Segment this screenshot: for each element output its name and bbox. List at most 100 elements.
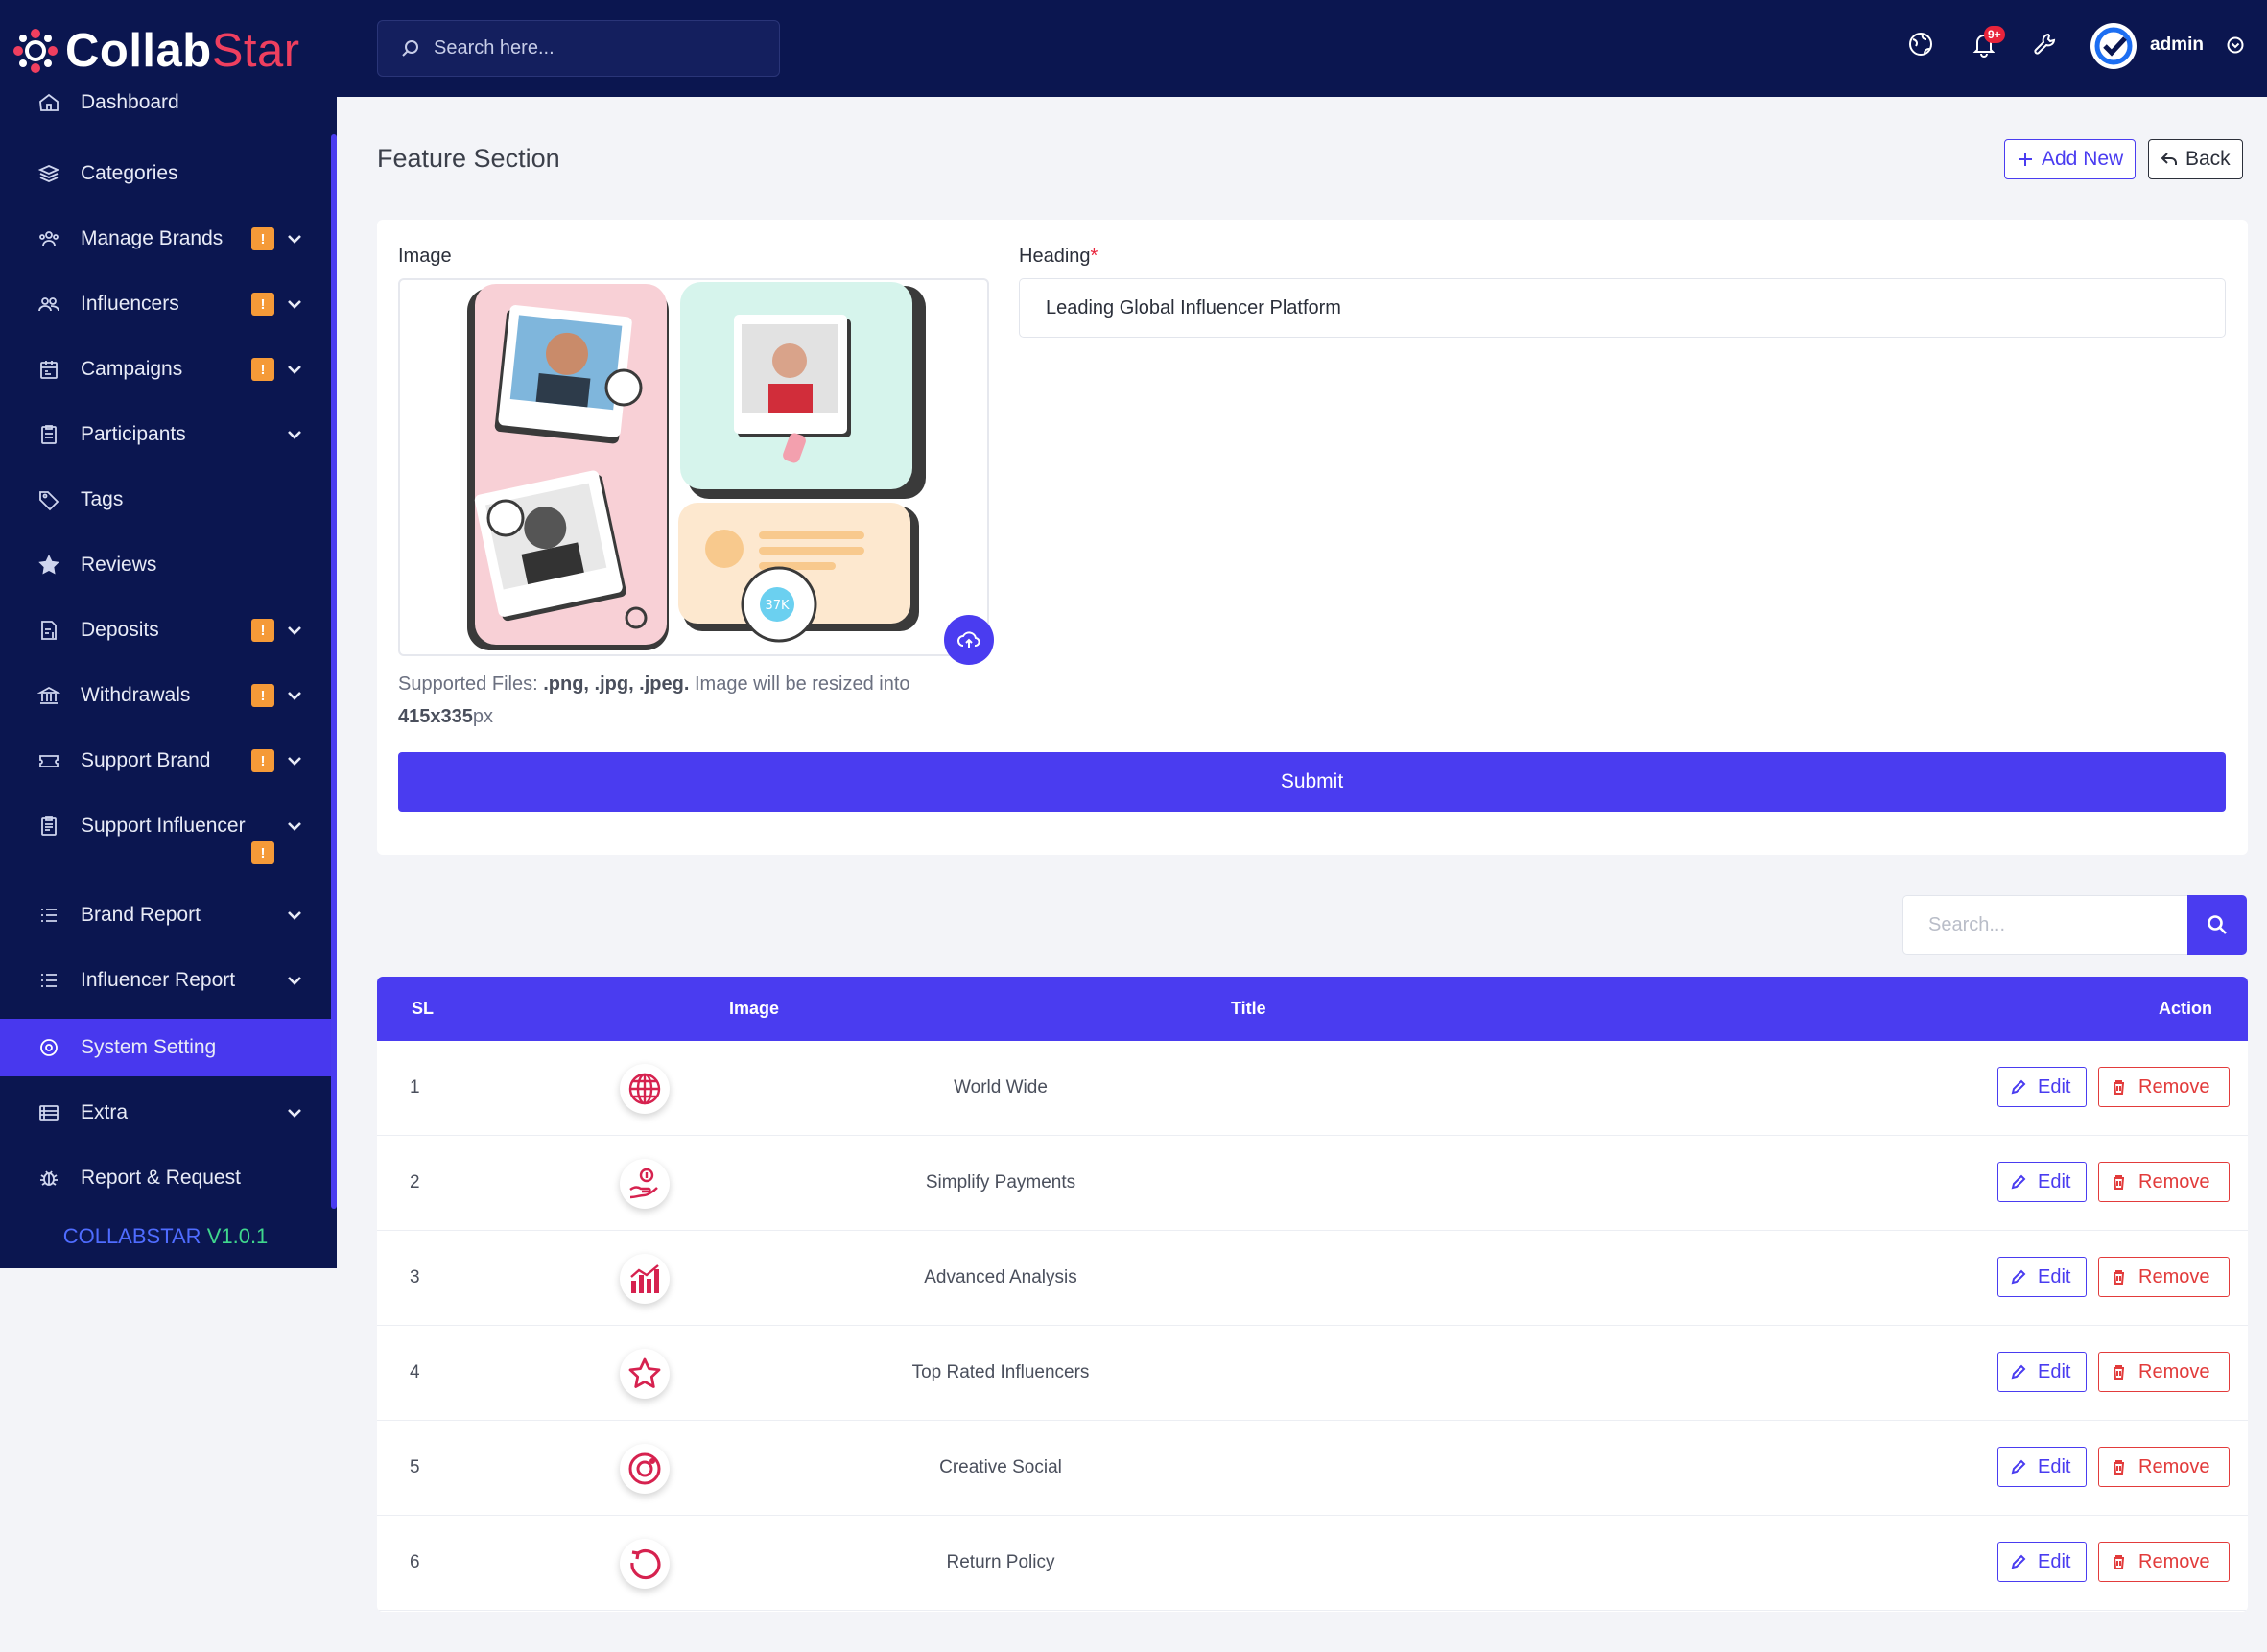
pencil-icon	[2011, 1554, 2026, 1569]
table-header: SL Image Title Action	[377, 977, 2248, 1041]
sidebar-item-dashboard[interactable]: Dashboard	[0, 83, 331, 122]
list-icon	[36, 968, 61, 993]
remove-button[interactable]: Remove	[2098, 1352, 2230, 1392]
sidebar-item-participants[interactable]: Participants	[0, 406, 331, 463]
submit-button[interactable]: Submit	[398, 752, 2226, 812]
trash-icon	[2114, 1364, 2124, 1380]
brand-logo[interactable]: CollabStar	[12, 21, 300, 81]
sidebar-item-influencer-report[interactable]: Influencer Report	[0, 952, 331, 1009]
row-title: Creative Social	[939, 1457, 1062, 1477]
sidebar-scrollbar[interactable]	[331, 134, 337, 1209]
sidebar-item-support-influencer[interactable]: Support Influencer	[0, 797, 331, 855]
remove-button[interactable]: Remove	[2098, 1067, 2230, 1107]
user-name[interactable]: admin	[2150, 35, 2204, 56]
sidebar-item-system-setting[interactable]: System Setting	[0, 1019, 331, 1076]
collabstar-logo-icon	[12, 27, 59, 75]
row-sl: 2	[410, 1172, 420, 1192]
chevron-down-icon[interactable]	[286, 752, 303, 769]
edit-button[interactable]: Edit	[1997, 1162, 2087, 1202]
chevron-down-icon[interactable]	[286, 972, 303, 989]
ticket-icon	[36, 748, 61, 773]
sidebar-item-reviews[interactable]: Reviews	[0, 536, 331, 594]
column-header-image: Image	[729, 999, 780, 1018]
remove-button[interactable]: Remove	[2098, 1447, 2230, 1487]
bell-icon[interactable]: 9+	[1969, 26, 2005, 59]
sidebar-item-withdrawals[interactable]: Withdrawals !	[0, 667, 331, 724]
sidebar-item-brand-report[interactable]: Brand Report	[0, 886, 331, 944]
chevron-down-icon[interactable]	[286, 361, 303, 378]
table-search-input[interactable]	[1902, 895, 2187, 955]
chevron-down-icon[interactable]	[286, 687, 303, 704]
star-icon	[36, 553, 61, 578]
table-row: 4 Top Rated Influencers Edit Remove	[377, 1326, 2248, 1421]
user-avatar[interactable]	[2090, 23, 2137, 69]
features-table: SL Image Title Action 1 World Wide Edit …	[377, 977, 2248, 1612]
table-search-button[interactable]	[2187, 895, 2247, 955]
search-icon	[402, 39, 418, 57]
tag-icon	[36, 487, 61, 512]
edit-button[interactable]: Edit	[1997, 1542, 2087, 1582]
trash-icon	[2114, 1174, 2124, 1190]
chevron-down-icon[interactable]	[2227, 36, 2244, 54]
table-row: 1 World Wide Edit Remove	[377, 1041, 2248, 1136]
clipboard-icon	[36, 422, 61, 447]
pencil-icon	[2011, 1174, 2026, 1189]
upload-image-button[interactable]	[944, 615, 994, 665]
sidebar-item-extra[interactable]: Extra	[0, 1084, 331, 1142]
sidebar-item-report-request[interactable]: Report & Request	[0, 1149, 331, 1207]
sidebar: CollabStar Dashboard Categories Manage B…	[0, 0, 337, 1268]
edit-button[interactable]: Edit	[1997, 1447, 2087, 1487]
refresh-icon	[620, 1539, 670, 1589]
back-button[interactable]: Back	[2148, 139, 2243, 179]
edit-button[interactable]: Edit	[1997, 1067, 2087, 1107]
globe-icon[interactable]	[1905, 29, 1936, 59]
chevron-down-icon[interactable]	[286, 817, 303, 835]
sidebar-item-deposits[interactable]: Deposits !	[0, 602, 331, 659]
bar-chart-icon	[620, 1254, 670, 1304]
table-row: 5 Creative Social Edit Remove	[377, 1421, 2248, 1516]
chevron-down-icon[interactable]	[286, 622, 303, 639]
users-icon	[36, 292, 61, 317]
add-new-button[interactable]: Add New	[2004, 139, 2137, 179]
remove-button[interactable]: Remove	[2098, 1257, 2230, 1297]
wrench-icon[interactable]	[2029, 29, 2060, 59]
brand-name: CollabStar	[65, 25, 300, 77]
sidebar-item-tags[interactable]: Tags	[0, 471, 331, 529]
remove-button[interactable]: Remove	[2098, 1162, 2230, 1202]
row-sl: 1	[410, 1077, 420, 1097]
list-icon	[36, 903, 61, 928]
global-search[interactable]	[377, 20, 780, 77]
trash-icon	[2114, 1079, 2124, 1095]
heading-input[interactable]	[1019, 278, 2226, 338]
chevron-down-icon[interactable]	[286, 230, 303, 248]
chevron-down-icon[interactable]	[286, 1104, 303, 1121]
sidebar-item-support-brand[interactable]: Support Brand !	[0, 732, 331, 790]
home-icon	[36, 90, 61, 115]
sidebar-item-categories[interactable]: Categories	[0, 145, 331, 202]
edit-button[interactable]: Edit	[1997, 1257, 2087, 1297]
pencil-icon	[2011, 1459, 2026, 1474]
alert-badge: !	[251, 293, 274, 316]
global-search-input[interactable]	[434, 37, 750, 59]
chevron-down-icon[interactable]	[286, 907, 303, 924]
instagram-icon	[620, 1444, 670, 1494]
hand-coin-icon	[620, 1159, 670, 1209]
page-title: Feature Section	[377, 144, 560, 173]
back-arrow-icon	[2161, 153, 2177, 165]
remove-button[interactable]: Remove	[2098, 1542, 2230, 1582]
sidebar-item-manage-brands[interactable]: Manage Brands !	[0, 210, 331, 268]
chevron-down-icon[interactable]	[286, 426, 303, 443]
sidebar-item-campaigns[interactable]: Campaigns !	[0, 341, 331, 398]
image-label: Image	[398, 246, 452, 267]
edit-button[interactable]: Edit	[1997, 1352, 2087, 1392]
chevron-down-icon[interactable]	[286, 295, 303, 313]
preview-follower-count: 37K	[765, 599, 790, 613]
app-version: COLLABSTAR V1.0.1	[62, 1224, 269, 1248]
row-sl: 3	[410, 1267, 420, 1287]
image-preview: 37K	[398, 278, 989, 656]
sidebar-item-influencers[interactable]: Influencers !	[0, 275, 331, 333]
row-sl: 6	[410, 1552, 420, 1572]
alert-badge: !	[251, 358, 274, 381]
row-title: Top Rated Influencers	[911, 1362, 1090, 1382]
heading-label: Heading*	[1019, 246, 1098, 267]
